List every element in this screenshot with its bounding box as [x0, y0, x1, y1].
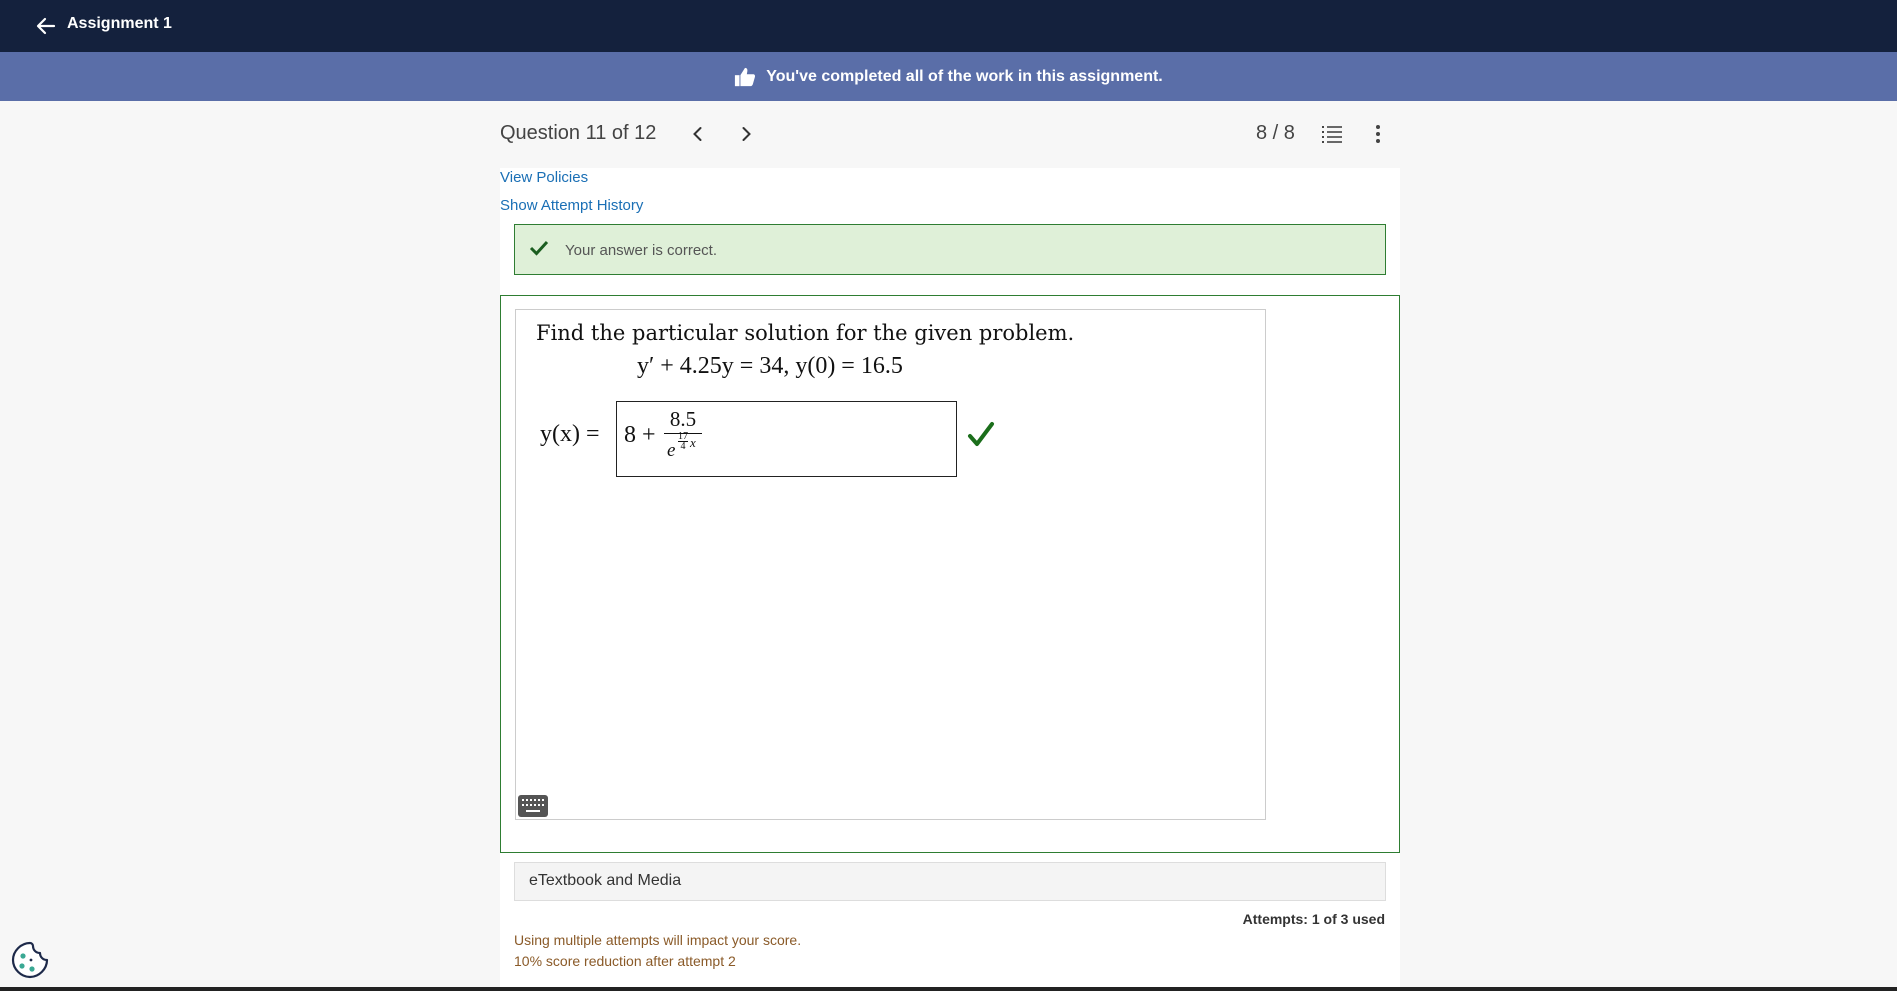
- feedback-message: Your answer is correct.: [565, 242, 718, 259]
- exp-base: e: [667, 440, 676, 461]
- fraction-denominator: e 17 4 x: [665, 432, 701, 462]
- arrow-left-icon[interactable]: [34, 14, 58, 38]
- exponent-fraction: 17 4: [678, 432, 688, 452]
- completion-banner: You've completed all of the work in this…: [0, 52, 1897, 101]
- keyboard-icon[interactable]: [518, 795, 548, 817]
- more-options-icon[interactable]: [1366, 122, 1390, 146]
- completion-message: You've completed all of the work in this…: [766, 67, 1163, 85]
- question-list-icon[interactable]: [1320, 122, 1344, 146]
- question-counter: Question 11 of 12: [500, 122, 657, 144]
- cookie-icon[interactable]: [10, 940, 50, 980]
- chevron-left-icon[interactable]: [688, 124, 708, 144]
- answer-input[interactable]: 8 + 8.5 e 17 4 x: [616, 401, 957, 477]
- answer-label: y(x) =: [540, 421, 600, 447]
- question-prompt: Find the particular solution for the giv…: [536, 321, 1075, 345]
- fraction-numerator: 8.5: [669, 407, 697, 431]
- etextbook-media-panel[interactable]: eTextbook and Media: [514, 862, 1386, 901]
- view-policies-link[interactable]: View Policies: [500, 169, 588, 186]
- top-bar: Assignment 1: [0, 0, 1897, 52]
- question-bar: Question 11 of 12 8 / 8: [500, 118, 1400, 150]
- checkmark-icon: [529, 240, 549, 256]
- score-reduction-note: 10% score reduction after attempt 2: [514, 953, 736, 969]
- question-equation: y′ + 4.25y = 34, y(0) = 16.5: [637, 353, 903, 379]
- attempts-counter: Attempts: 1 of 3 used: [1242, 911, 1385, 927]
- attempt-history-link[interactable]: Show Attempt History: [500, 197, 643, 214]
- question-score: 8 / 8: [1256, 122, 1295, 144]
- exponent-denominator: 4: [680, 441, 686, 452]
- answer-fraction: 8.5 e 17 4 x: [664, 407, 702, 462]
- assignment-title: Assignment 1: [67, 15, 172, 32]
- thumbs-up-icon: [735, 67, 756, 86]
- correct-feedback-box: Your answer is correct.: [514, 224, 1386, 275]
- answer-constant: 8 +: [624, 422, 656, 448]
- attempts-note: Using multiple attempts will impact your…: [514, 932, 802, 948]
- bottom-border: [0, 987, 1897, 991]
- chevron-right-icon[interactable]: [736, 124, 756, 144]
- exponent-variable: x: [690, 435, 696, 450]
- correct-check-icon: [968, 422, 994, 446]
- question-frame: [515, 309, 1266, 820]
